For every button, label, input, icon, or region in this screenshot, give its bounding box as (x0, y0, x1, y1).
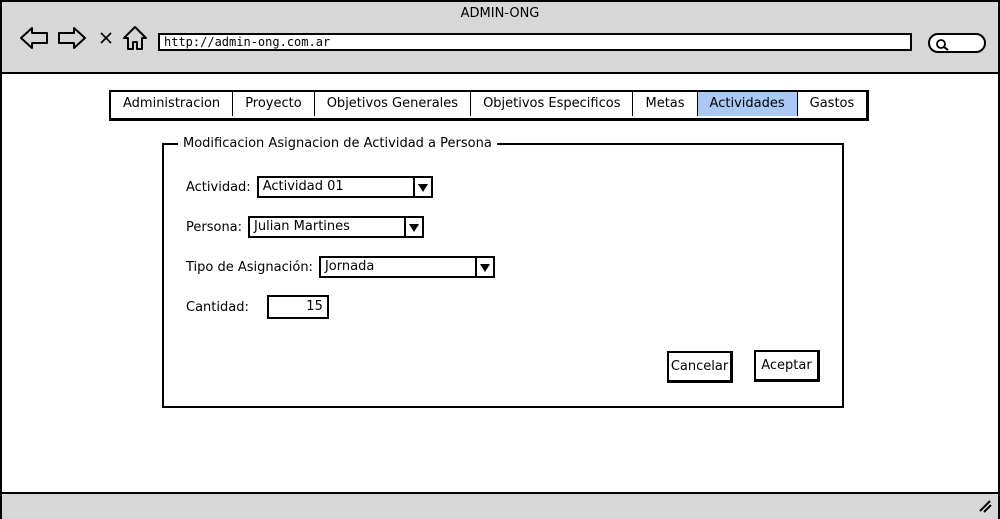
tipo-asignacion-row: Tipo de Asignación: Jornada (186, 256, 495, 278)
back-icon[interactable] (18, 24, 50, 52)
browser-window: ADMIN-ONG http://admin-ong.com.ar Admini… (0, 0, 1000, 519)
cancel-button[interactable]: Cancelar (667, 351, 733, 383)
actividad-row: Actividad: Actividad 01 (186, 176, 433, 198)
dropdown-arrow-icon[interactable] (412, 178, 431, 196)
actividad-select[interactable]: Actividad 01 (256, 176, 433, 198)
tab-actividades[interactable]: Actividades (697, 92, 798, 116)
search-icon (935, 37, 949, 56)
tipo-asignacion-select[interactable]: Jornada (318, 256, 495, 278)
status-bar (2, 492, 998, 519)
persona-select[interactable]: Julian Martines (248, 216, 425, 238)
tab-administracion[interactable]: Administracion (111, 92, 234, 116)
main-tabs: Administracion Proyecto Objetivos Genera… (109, 90, 870, 121)
resize-grip-icon[interactable] (978, 498, 992, 517)
tab-gastos[interactable]: Gastos (798, 92, 867, 116)
tab-metas[interactable]: Metas (633, 92, 698, 116)
persona-label: Persona: (186, 219, 243, 235)
actividad-label: Actividad: (186, 179, 251, 195)
browser-toolbar: ADMIN-ONG http://admin-ong.com.ar (2, 2, 998, 74)
home-icon[interactable] (121, 24, 149, 52)
persona-selected-value: Julian Martines (254, 219, 350, 234)
assignment-form-panel: Modificacion Asignacion de Actividad a P… (162, 136, 844, 408)
tab-objetivos-especificos[interactable]: Objetivos Especificos (471, 92, 634, 116)
tipo-asignacion-label: Tipo de Asignación: (186, 259, 313, 275)
tab-objetivos-generales[interactable]: Objetivos Generales (315, 92, 472, 116)
tab-proyecto[interactable]: Proyecto (233, 92, 315, 116)
forward-icon[interactable] (56, 24, 88, 52)
cantidad-label: Cantidad: (186, 299, 249, 315)
url-input[interactable]: http://admin-ong.com.ar (158, 33, 912, 51)
accept-button[interactable]: Aceptar (754, 350, 820, 382)
stop-icon[interactable] (97, 24, 115, 52)
form-legend: Modificacion Asignacion de Actividad a P… (178, 136, 497, 151)
cantidad-input[interactable]: 15 (266, 295, 329, 319)
browser-search-field[interactable] (928, 33, 986, 53)
persona-row: Persona: Julian Martines (186, 216, 425, 238)
actividad-selected-value: Actividad 01 (262, 179, 344, 194)
dropdown-arrow-icon[interactable] (474, 258, 493, 276)
dropdown-arrow-icon[interactable] (404, 218, 422, 236)
cantidad-row: Cantidad: 15 (186, 295, 329, 319)
tipo-asignacion-selected-value: Jornada (324, 259, 375, 274)
window-title: ADMIN-ONG (460, 6, 540, 21)
